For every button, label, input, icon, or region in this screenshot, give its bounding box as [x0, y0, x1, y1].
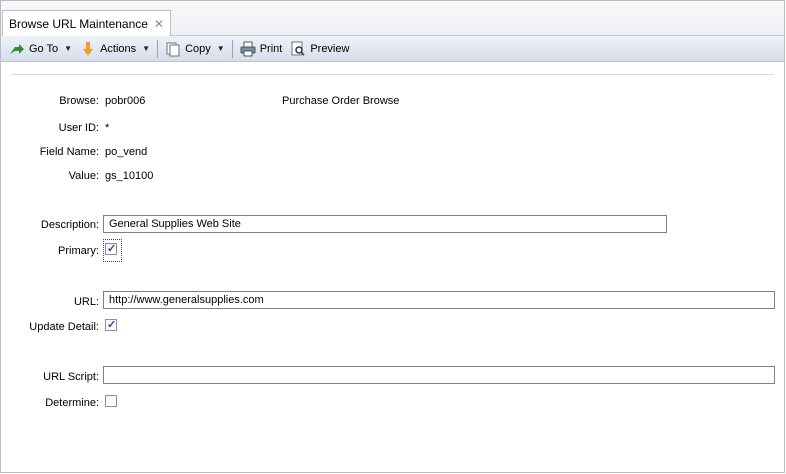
tab-strip: Browse URL Maintenance ✕: [1, 1, 784, 36]
update-detail-label: Update Detail:: [29, 321, 99, 333]
dropdown-arrow-icon: ▼: [216, 44, 225, 53]
goto-arrow-icon: [9, 41, 25, 57]
copy-icon: [165, 41, 181, 57]
update-detail-checkbox[interactable]: ✓: [105, 319, 117, 331]
primary-checkbox[interactable]: ✓: [105, 243, 117, 255]
check-icon: ✓: [107, 243, 117, 255]
fieldname-value: po_vend: [105, 146, 148, 158]
check-icon: ✓: [107, 319, 117, 331]
actions-button[interactable]: Actions ▼: [76, 38, 154, 60]
browse-value: pobr006: [105, 95, 146, 107]
value-label: Value:: [68, 170, 99, 182]
divider: [11, 74, 774, 75]
dropdown-arrow-icon: ▼: [142, 44, 151, 53]
goto-button[interactable]: Go To ▼: [5, 38, 76, 60]
url-input[interactable]: http://www.generalsupplies.com: [103, 291, 775, 309]
tab-title: Browse URL Maintenance: [9, 16, 148, 31]
fieldname-label: Field Name:: [39, 146, 99, 158]
description-input[interactable]: General Supplies Web Site: [103, 215, 667, 233]
userid-label: User ID:: [58, 122, 99, 134]
url-script-input[interactable]: [103, 366, 775, 384]
preview-label: Preview: [310, 42, 350, 55]
toolbar-separator: [231, 39, 233, 58]
print-button[interactable]: Print: [236, 38, 287, 60]
printer-icon: [240, 41, 256, 57]
url-script-label: URL Script:: [43, 371, 99, 383]
actions-icon: [80, 41, 96, 57]
primary-label: Primary:: [58, 245, 99, 257]
preview-icon: [290, 41, 306, 57]
copy-label: Copy: [185, 42, 211, 55]
toolbar-separator: [157, 39, 159, 58]
print-label: Print: [259, 42, 283, 55]
determine-checkbox[interactable]: [105, 395, 117, 407]
close-icon[interactable]: ✕: [154, 17, 164, 31]
tab-browse-url-maintenance[interactable]: Browse URL Maintenance ✕: [2, 10, 172, 36]
browse-description: Purchase Order Browse: [282, 95, 400, 107]
toolbar: Go To ▼ Actions ▼ Copy ▼ Print Preview: [1, 36, 784, 62]
actions-label: Actions: [100, 42, 137, 55]
value-value: gs_10100: [105, 170, 154, 182]
url-label: URL:: [73, 296, 99, 308]
browse-url-maintenance-window: Browse URL Maintenance ✕ Go To ▼ Actions…: [0, 0, 785, 473]
browse-label: Browse:: [59, 95, 99, 107]
copy-button[interactable]: Copy ▼: [161, 38, 229, 60]
userid-value: *: [105, 122, 110, 134]
dropdown-arrow-icon: ▼: [64, 44, 73, 53]
determine-label: Determine:: [45, 397, 99, 409]
description-label: Description:: [40, 219, 99, 231]
goto-label: Go To: [29, 42, 59, 55]
preview-button[interactable]: Preview: [286, 38, 353, 60]
